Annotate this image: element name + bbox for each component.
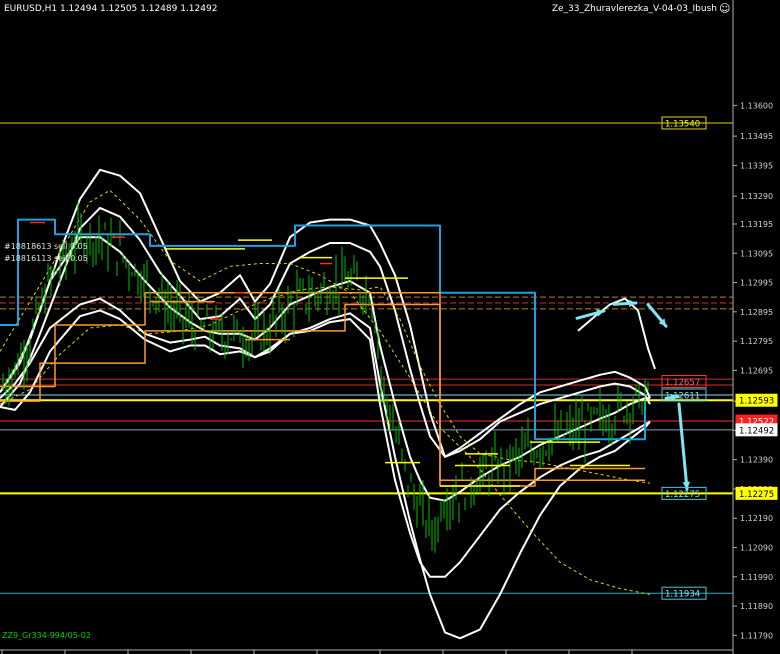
price-tick-label: 1.13395 [740,161,773,170]
price-tick-label: 1.12895 [740,308,773,317]
price-label: 1.11934 [665,590,700,600]
price-tick-label: 1.11990 [740,573,773,582]
symbol-info: EURUSD,H1 1.12494 1.12505 1.12489 1.1249… [4,4,217,14]
price-tick-label: 1.12090 [740,544,773,553]
price-tick-label: 1.13495 [740,132,773,141]
price-tick-label: 1.11790 [740,631,773,640]
price-tick-label: 1.13195 [740,220,773,229]
indicator-label: ZZ9_Gr334-994/05-02 [2,631,91,640]
price-chart[interactable]: 1.13600 1.13495 1.13395 1.13290 1.13195 1.130… [0,0,780,654]
expert-name[interactable]: Ze_33_Zhuravlerezka_V-04-03_Ibush [552,4,717,14]
price-label: 1.13540 [665,119,700,129]
price-tick-label: 1.12995 [740,279,773,288]
price-tick-label: 1.12795 [740,337,773,346]
order-label: #18818613 sell 0.05 [4,242,88,251]
price-label: 1.12275 [665,490,700,500]
price-tick-label: 1.12695 [740,366,773,375]
price-label: 1.12492 [739,426,774,436]
price-label: 1.12657 [665,378,700,388]
smiley-icon[interactable]: ☺ [719,2,730,15]
price-tick-label: 1.12390 [740,456,773,465]
price-tick-label: 1.13600 [740,101,773,110]
price-tick-label: 1.11890 [740,602,773,611]
price-tick-label: 1.13095 [740,249,773,258]
price-tick-label: 1.12190 [740,514,773,523]
chart-background [0,0,780,654]
price-label: 1.12275 [739,490,774,500]
price-label: 1.12593 [739,397,774,407]
order-label: #18816113 sell 0.05 [4,254,88,263]
price-tick-label: 1.13290 [740,192,773,201]
price-label: 1.12611 [665,391,700,401]
